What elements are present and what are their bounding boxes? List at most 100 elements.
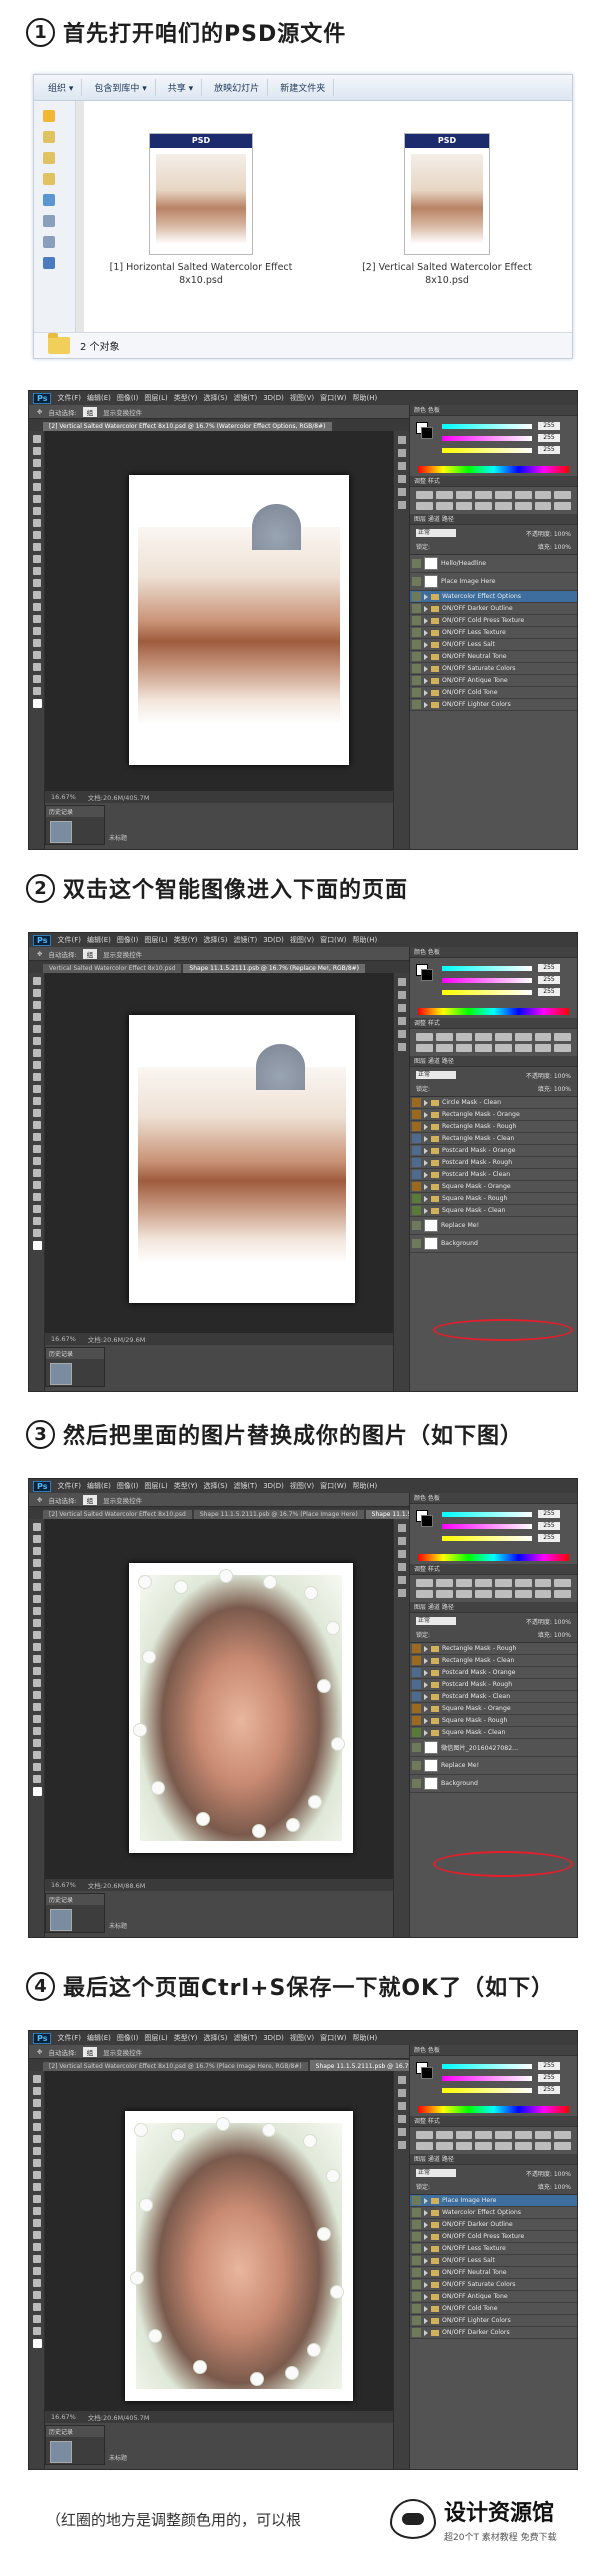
visibility-eye-icon[interactable] [412,1680,421,1689]
panel-toggle-icon[interactable] [398,436,406,444]
tool-icon[interactable] [33,1037,41,1045]
color-value[interactable]: 255 [538,964,560,972]
document-canvas[interactable] [129,475,349,765]
tool-icon[interactable] [33,1655,41,1663]
adjustment-icon[interactable] [455,1044,473,1052]
layer-row[interactable]: ON/OFF Antique Tone [410,2291,577,2303]
visibility-eye-icon[interactable] [412,1743,421,1752]
tool-icon[interactable] [33,1097,41,1105]
tool-icon[interactable] [33,675,41,683]
fill-field[interactable]: 填充: 100% [538,1084,571,1093]
visibility-eye-icon[interactable] [412,2232,421,2241]
expand-triangle-icon[interactable] [424,2269,428,2276]
tool-icon[interactable] [33,555,41,563]
expand-triangle-icon[interactable] [424,2305,428,2312]
menu-item[interactable]: 滤镜(T) [233,935,257,945]
expand-triangle-icon[interactable] [424,593,428,600]
menu-item[interactable]: 编辑(E) [87,393,111,403]
expand-triangle-icon[interactable] [424,653,428,660]
layer-row[interactable]: Rectangle Mask - Clean [410,1133,577,1145]
tool-icon[interactable] [33,2087,41,2095]
adjustment-icon[interactable] [554,1033,571,1041]
drive-icon[interactable] [43,236,55,248]
expand-triangle-icon[interactable] [424,1183,428,1190]
tool-icon[interactable] [33,2279,41,2287]
tool-icon[interactable] [33,2099,41,2107]
menu-item[interactable]: 窗口(W) [320,393,346,403]
expand-triangle-icon[interactable] [424,1111,428,1118]
adjustment-icon[interactable] [554,2131,571,2139]
layer-row[interactable]: ON/OFF Darker Colors [410,2327,577,2339]
tool-icon[interactable] [33,2243,41,2251]
layer-row[interactable]: ON/OFF Cold Tone [410,2303,577,2315]
color-slider[interactable] [442,2076,532,2081]
network-icon[interactable] [43,257,55,269]
color-value[interactable]: 255 [538,434,560,442]
tool-icon[interactable] [33,663,41,671]
adjustment-icon[interactable] [495,1590,512,1598]
menu-item[interactable]: 3D(D) [263,2034,284,2042]
adjustment-icon[interactable] [554,2142,571,2150]
visibility-eye-icon[interactable] [412,2196,421,2205]
tool-icon[interactable] [33,531,41,539]
tool-icon[interactable] [33,1169,41,1177]
tool-icon[interactable] [33,2255,41,2263]
layer-row[interactable]: Postcard Mask - Rough [410,1679,577,1691]
color-slider[interactable] [442,978,532,983]
include-in-library-button[interactable]: 包含到库中 ▾ [86,79,156,96]
adjustment-icon[interactable] [514,502,532,510]
visibility-eye-icon[interactable] [412,1728,421,1737]
adjustment-icon[interactable] [534,2131,552,2139]
layer-row[interactable]: 微信图片_20160427082... [410,1739,577,1757]
visibility-eye-icon[interactable] [412,1239,421,1248]
tool-icon[interactable] [33,1763,41,1771]
visibility-eye-icon[interactable] [412,700,421,709]
visibility-eye-icon[interactable] [412,2328,421,2337]
opacity-field[interactable]: 不透明度: 100% [526,2169,571,2178]
expand-triangle-icon[interactable] [424,1657,428,1664]
visibility-eye-icon[interactable] [412,559,421,568]
menu-item[interactable]: 窗口(W) [320,1481,346,1491]
menu-item[interactable]: 文件(F) [57,393,81,403]
adjustment-icon[interactable] [554,1590,571,1598]
adjustment-icon[interactable] [455,1579,473,1587]
document-tab[interactable]: Shape 11.1.5.2111.psb @ 16.7% (Place Ima… [193,1510,364,1519]
adjustment-icon[interactable] [495,1044,512,1052]
adjustment-icon[interactable] [435,2142,453,2150]
layer-row[interactable]: ON/OFF Cold Press Texture [410,615,577,627]
layer-row[interactable]: Square Mask - Rough [410,1193,577,1205]
tool-icon[interactable] [33,2303,41,2311]
history-thumbnail[interactable] [50,1909,72,1931]
layer-row[interactable]: Postcard Mask - Clean [410,1691,577,1703]
panel-toggle-icon[interactable] [398,2115,406,2123]
tool-icon[interactable] [33,507,41,515]
layer-row[interactable]: ON/OFF Lighter Colors [410,699,577,711]
tool-icon[interactable] [33,1583,41,1591]
expand-triangle-icon[interactable] [424,629,428,636]
new-folder-button[interactable]: 新建文件夹 [272,79,335,96]
layer-row[interactable]: Hello/Headline [410,555,577,573]
tool-icon[interactable] [33,579,41,587]
nav-scrollbar[interactable] [76,101,84,332]
show-transform-checkbox[interactable]: 显示变换控件 [103,1495,142,1505]
color-slider[interactable] [442,1536,532,1541]
expand-triangle-icon[interactable] [424,1171,428,1178]
visibility-eye-icon[interactable] [412,616,421,625]
adjustment-icon[interactable] [514,2142,532,2150]
show-transform-checkbox[interactable]: 显示变换控件 [103,2047,142,2057]
color-spectrum[interactable] [418,1554,569,1561]
menu-item[interactable]: 3D(D) [263,1482,284,1490]
layer-row[interactable]: ON/OFF Cold Tone [410,687,577,699]
menu-item[interactable]: 视图(V) [290,935,314,945]
visibility-eye-icon[interactable] [412,1644,421,1653]
tool-icon[interactable] [33,2231,41,2239]
history-thumbnail[interactable] [50,2441,72,2463]
tool-icon[interactable] [33,435,41,443]
layer-row[interactable]: Rectangle Mask - Clean [410,1655,577,1667]
tool-icon[interactable] [33,1595,41,1603]
move-tool-icon[interactable]: ✥ [37,1496,42,1504]
layer-row[interactable]: ON/OFF Neutral Tone [410,651,577,663]
menu-item[interactable]: 编辑(E) [87,1481,111,1491]
tool-icon[interactable] [33,977,41,985]
document-canvas[interactable] [129,1015,355,1303]
